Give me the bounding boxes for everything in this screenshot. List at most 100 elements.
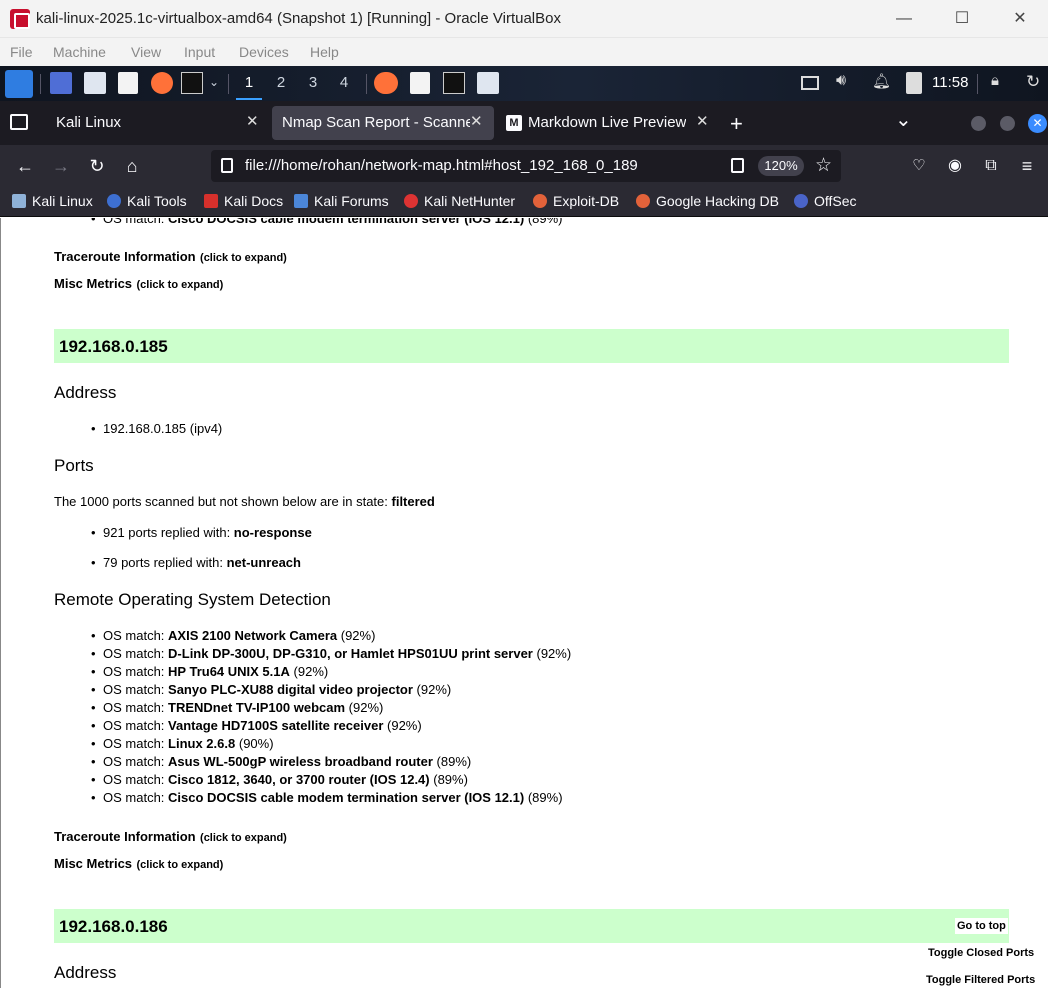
close-tab-icon[interactable]: ✕ xyxy=(470,112,483,130)
traceroute-toggle[interactable]: Traceroute Information (click to expand) xyxy=(54,828,287,846)
bookmark-kali-nethunter[interactable]: Kali NetHunter xyxy=(404,193,515,209)
host-header: 192.168.0.186 xyxy=(54,909,1009,943)
host-ip: 192.168.0.186 xyxy=(59,917,168,936)
os-match-item: OS match: D-Link DP-300U, DP-G310, or Ha… xyxy=(91,646,571,661)
os-detection-heading: Remote Operating System Detection xyxy=(54,590,331,609)
close-browser-button[interactable]: ✕ xyxy=(1028,114,1047,133)
close-window-button[interactable]: ✕ xyxy=(1000,6,1040,32)
menu-file[interactable]: File xyxy=(10,44,33,60)
home-button[interactable]: ⌂ xyxy=(121,155,143,177)
os-match-item: OS match: Cisco 1812, 3640, or 3700 rout… xyxy=(91,772,468,787)
list-all-tabs-button[interactable]: ⌄ xyxy=(895,107,912,132)
misc-metrics-toggle-prev[interactable]: Misc Metrics (click to expand) xyxy=(54,275,223,293)
nethunter-icon xyxy=(404,194,418,208)
chevron-down-icon[interactable]: ⌄ xyxy=(209,75,221,97)
kali-menu-icon[interactable] xyxy=(5,70,33,98)
editor-window-icon[interactable] xyxy=(410,72,430,94)
workspace-2[interactable]: 2 xyxy=(266,74,296,91)
pocket-icon[interactable]: ♡ xyxy=(908,155,930,177)
notification-icon[interactable]: 🔔︎ xyxy=(872,72,891,94)
address-heading: Address xyxy=(54,383,117,402)
go-to-top-button[interactable]: Go to top xyxy=(955,918,1008,934)
maximize-browser-button[interactable] xyxy=(1000,116,1015,131)
workspace-3[interactable]: 3 xyxy=(298,74,328,91)
network-icon[interactable] xyxy=(801,76,819,90)
markdown-favicon: M xyxy=(506,115,522,131)
virtualbox-title-bar: kali-linux-2025.1c-virtualbox-amd64 (Sna… xyxy=(0,0,1048,38)
workspace-4[interactable]: 4 xyxy=(329,74,359,91)
minimize-browser-button[interactable] xyxy=(971,116,986,131)
menu-machine[interactable]: Machine xyxy=(53,44,106,60)
bookmark-star-icon[interactable]: ☆ xyxy=(815,154,832,177)
menu-hamburger-icon[interactable]: ≡ xyxy=(1016,155,1038,177)
misc-metrics-toggle[interactable]: Misc Metrics (click to expand) xyxy=(54,855,223,873)
power-manager-icon[interactable] xyxy=(906,72,922,94)
bookmark-kali-forums[interactable]: Kali Forums xyxy=(294,193,389,209)
ports-state-text: The 1000 ports scanned but not shown bel… xyxy=(54,494,435,509)
os-match-item: OS match: TRENDnet TV-IP100 webcam (92%) xyxy=(91,700,383,715)
new-tab-button[interactable]: + xyxy=(730,111,743,137)
ghdb-icon xyxy=(636,194,650,208)
account-icon[interactable]: ◉ xyxy=(944,155,966,177)
extensions-icon[interactable]: ⧉ xyxy=(980,155,1002,177)
virtualbox-menu-bar: File Machine View Input Devices Help xyxy=(0,38,1048,66)
os-match-partial: OS match: Cisco DOCSIS cable modem termi… xyxy=(91,218,563,226)
tab-markdown-preview[interactable]: M Markdown Live Preview ✕ xyxy=(498,106,720,140)
os-match-item: OS match: HP Tru64 UNIX 5.1A (92%) xyxy=(91,664,328,679)
reader-view-icon[interactable] xyxy=(731,158,744,173)
url-bar[interactable]: file:///home/rohan/network-map.html#host… xyxy=(211,150,841,182)
exploit-db-icon xyxy=(533,194,547,208)
terminal-window-icon[interactable] xyxy=(443,72,465,94)
tab-kali-linux[interactable]: Kali Linux ✕ xyxy=(46,106,268,140)
folder-window-icon[interactable] xyxy=(477,72,499,94)
browser-tab-strip: Kali Linux ✕ Nmap Scan Report - Scanned … xyxy=(0,101,1048,145)
bookmark-offsec[interactable]: OffSec xyxy=(794,193,857,209)
navigation-toolbar: ← → ↻ ⌂ file:///home/rohan/network-map.h… xyxy=(0,145,1048,187)
port-reply-item: 79 ports replied with: net-unreach xyxy=(91,555,301,570)
bookmark-kali-linux[interactable]: Kali Linux xyxy=(12,193,93,209)
zoom-level[interactable]: 120% xyxy=(758,156,804,176)
lock-screen-icon[interactable]: 🔒︎ xyxy=(991,72,999,94)
toggle-closed-ports-button[interactable]: Toggle Closed Ports xyxy=(928,947,1034,959)
bookmark-kali-docs[interactable]: Kali Docs xyxy=(204,193,283,209)
os-match-item: OS match: Sanyo PLC-XU88 digital video p… xyxy=(91,682,451,697)
logout-icon[interactable]: ↻ xyxy=(1026,72,1040,94)
menu-input[interactable]: Input xyxy=(184,44,215,60)
terminal-icon[interactable] xyxy=(181,72,203,94)
port-reply-item: 921 ports replied with: no-response xyxy=(91,525,312,540)
file-manager-icon[interactable] xyxy=(84,72,106,94)
close-tab-icon[interactable]: ✕ xyxy=(696,112,709,130)
menu-view[interactable]: View xyxy=(131,44,161,60)
bookmark-exploit-db[interactable]: Exploit-DB xyxy=(533,193,619,209)
show-desktop-icon[interactable] xyxy=(50,72,72,94)
back-button[interactable]: ← xyxy=(14,155,36,177)
kali-docs-icon xyxy=(204,194,218,208)
workspace-1[interactable]: 1 xyxy=(234,74,264,100)
kali-top-panel: ⌄ 1 2 3 4 🔊︎ 🔔︎ 11:58 🔒︎ ↻ xyxy=(0,66,1048,101)
bookmark-kali-tools[interactable]: Kali Tools xyxy=(107,193,187,209)
minimize-button[interactable]: — xyxy=(884,6,924,32)
toggle-filtered-ports-button[interactable]: Toggle Filtered Ports xyxy=(926,974,1035,986)
bookmark-google-hacking-db[interactable]: Google Hacking DB xyxy=(636,193,779,209)
tab-nmap-report[interactable]: Nmap Scan Report - Scanned ✕ xyxy=(272,106,494,140)
firefox-window-icon[interactable] xyxy=(374,72,398,94)
traceroute-toggle-prev[interactable]: Traceroute Information (click to expand) xyxy=(54,248,287,266)
maximize-button[interactable]: ☐ xyxy=(942,6,982,32)
volume-icon[interactable]: 🔊︎ xyxy=(836,72,846,94)
url-text[interactable]: file:///home/rohan/network-map.html#host… xyxy=(245,157,638,174)
tab-overview-icon[interactable] xyxy=(10,114,28,130)
text-editor-icon[interactable] xyxy=(118,72,138,94)
close-tab-icon[interactable]: ✕ xyxy=(246,112,259,130)
reload-button[interactable]: ↻ xyxy=(86,155,108,177)
menu-help[interactable]: Help xyxy=(310,44,339,60)
os-match-item: OS match: Asus WL-500gP wireless broadba… xyxy=(91,754,471,769)
forward-button[interactable]: → xyxy=(50,155,72,177)
page-content: OS match: Cisco DOCSIS cable modem termi… xyxy=(0,218,1048,988)
menu-devices[interactable]: Devices xyxy=(239,44,289,60)
kali-icon xyxy=(12,194,26,208)
clock[interactable]: 11:58 xyxy=(932,74,968,96)
os-match-item: OS match: AXIS 2100 Network Camera (92%) xyxy=(91,628,375,643)
os-match-item: OS match: Linux 2.6.8 (90%) xyxy=(91,736,274,751)
tab-label: Nmap Scan Report - Scanned xyxy=(282,114,470,131)
firefox-icon[interactable] xyxy=(151,72,173,94)
